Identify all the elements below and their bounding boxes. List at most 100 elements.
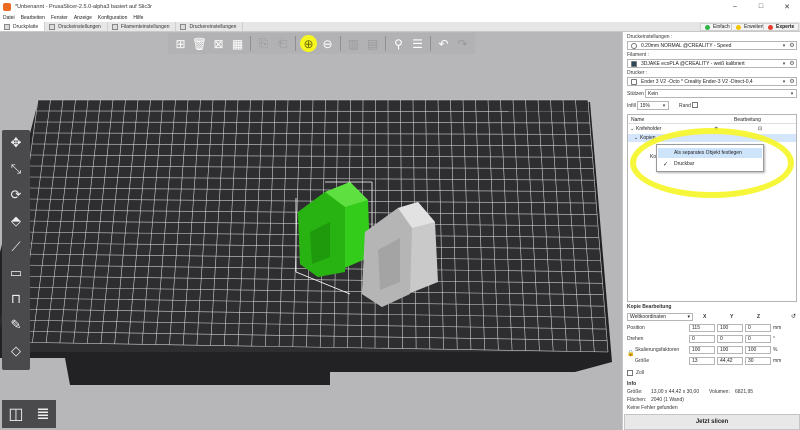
preview-layers-icon[interactable]: ≣ (36, 404, 49, 424)
object-list[interactable]: Name Bearbeitung ⌄ Knifeholder ◉ ⊡ ⌄ Kop… (627, 114, 797, 302)
seam-painting-icon[interactable]: ✎ (5, 314, 27, 336)
sidebar-panel: Druckeinstellungen : 0.20mm NORMAL @CREA… (622, 32, 800, 430)
rotation-y-field[interactable]: 0 (717, 335, 743, 343)
split-objects-icon[interactable]: ▥ (345, 35, 362, 52)
rotate-icon[interactable]: ⟳ (5, 184, 27, 206)
size-x-value: 13 (692, 358, 698, 364)
tab-print-settings[interactable]: Druckeinstellungen (45, 22, 108, 31)
object-list-header: Name Bearbeitung (628, 115, 796, 124)
tab-plater[interactable]: Druckplatte (0, 22, 46, 31)
scale-label: Skalierungsfaktoren (635, 347, 680, 353)
menu-item-label: Als separates Objekt festlegen (674, 150, 742, 156)
rotation-z-field[interactable]: 0 (745, 335, 771, 343)
gear-icon[interactable]: ⚙ (788, 42, 796, 49)
plater-icon (4, 23, 10, 30)
position-x-field[interactable]: 115 (689, 324, 715, 332)
add-instance-icon[interactable]: ⊕ (300, 35, 317, 52)
mode-simple-button[interactable]: Einfach (700, 23, 735, 31)
delete-all-icon[interactable]: ⊠ (210, 35, 227, 52)
close-button[interactable]: ✕ (774, 0, 800, 13)
redo-icon[interactable]: ↷ (454, 35, 471, 52)
copy-icon[interactable]: ⎘ (255, 35, 272, 52)
3d-view-icon[interactable]: ◫ (8, 404, 23, 424)
tab-filament-settings[interactable]: Filamenteinstellungen (108, 22, 177, 31)
menu-help[interactable]: Hilfe (133, 15, 143, 21)
scale-z-field[interactable]: 100 (745, 346, 771, 354)
filament-color-swatch[interactable] (631, 60, 637, 67)
menu-item-printable[interactable]: ✓ Druckbar (658, 159, 762, 169)
size-y-field[interactable]: 44,42 (717, 357, 743, 365)
checkmark-icon: ✓ (663, 161, 669, 168)
col-name[interactable]: Name (631, 117, 644, 123)
printer-profile-select[interactable]: Ender 3 V2 -Octo * Creality Ender-3 V2 -… (627, 77, 797, 86)
info-errors: Keine Fehler gefunden (627, 405, 678, 411)
col-edit[interactable]: Bearbeitung (734, 117, 761, 123)
list-item-label: Kopien (640, 135, 656, 141)
print-profile-value: 0.20mm NORMAL @CREALITY - Speed (641, 42, 732, 49)
list-item[interactable]: ⌄ Kopien (628, 134, 796, 142)
gear-icon[interactable]: ⚙ (788, 60, 796, 67)
rotation-x-field[interactable]: 0 (689, 335, 715, 343)
infill-select[interactable]: 15% ▾ (637, 101, 669, 110)
list-item[interactable]: ⌄ Knifeholder ◉ ⊡ (628, 125, 796, 133)
lock-icon[interactable]: 🔒 (627, 350, 634, 357)
chevron-down-icon: ▾ (782, 78, 786, 85)
coordinate-system-select[interactable]: Weltkoordinaten ▾ (627, 313, 693, 321)
menu-view[interactable]: Anzeige (74, 15, 92, 21)
chevron-down-icon: ▾ (687, 314, 690, 320)
supports-select[interactable]: Kein ▾ (645, 89, 797, 98)
hollow-icon[interactable]: ▭ (5, 262, 27, 284)
measure-cube-icon[interactable]: ◇ (5, 340, 27, 362)
menu-file[interactable]: Datei (3, 15, 15, 21)
edit-icon[interactable]: ⊡ (758, 126, 762, 132)
scale-y-field[interactable]: 100 (717, 346, 743, 354)
reset-icon[interactable]: ↺ (791, 313, 796, 320)
cut-icon[interactable]: ⟋ (5, 236, 27, 258)
toolbar-divider (295, 36, 296, 51)
mode-expert-button[interactable]: Experte (763, 23, 800, 31)
menu-item-set-as-separate-object[interactable]: Als separates Objekt festlegen (658, 148, 762, 158)
menu-configuration[interactable]: Konfiguration (98, 15, 127, 21)
size-x-field[interactable]: 13 (689, 357, 715, 365)
inch-checkbox[interactable] (627, 370, 633, 376)
split-parts-icon[interactable]: ▤ (364, 35, 381, 52)
paste-icon[interactable]: ⎗ (274, 35, 291, 52)
axis-x-label: X (703, 314, 707, 320)
slice-now-button[interactable]: Jetzt slicen (624, 414, 800, 430)
mode-expert-dot-icon (768, 24, 773, 30)
add-icon[interactable]: ⊞ (172, 35, 189, 52)
filament-profile-select[interactable]: 3DJAKE ecoPLA @CREALITY - weiß kalibrier… (627, 59, 797, 68)
move-icon[interactable]: ✥ (5, 132, 27, 154)
menu-edit[interactable]: Bearbeiten (21, 15, 45, 21)
tab-printer-settings[interactable]: Druckereinstellungen (176, 22, 244, 31)
search-icon[interactable]: ⚲ (390, 35, 407, 52)
window-title: *Unbenannt - PrusaSlicer-2.5.0-alpha3 ba… (15, 3, 152, 10)
mode-label: Experte (776, 24, 795, 30)
place-on-face-icon[interactable]: ⬘ (5, 210, 27, 232)
printer-icon (631, 78, 637, 85)
remove-instance-icon[interactable]: ⊖ (319, 35, 336, 52)
scale-x-field[interactable]: 100 (689, 346, 715, 354)
scene-canvas[interactable] (0, 32, 622, 430)
minimize-button[interactable]: – (722, 0, 748, 13)
position-label: Position (627, 325, 645, 331)
list-item-label: Knifeholder (636, 126, 662, 132)
chevron-down-icon: ▾ (790, 90, 794, 97)
print-profile-select[interactable]: 0.20mm NORMAL @CREALITY - Speed ▾ ⚙ (627, 41, 797, 50)
gear-icon[interactable]: ⚙ (788, 78, 796, 85)
prusaslicer-logo-icon (3, 2, 11, 11)
size-z-field[interactable]: 30 (745, 357, 771, 365)
layer-editing-icon[interactable]: ☰ (409, 35, 426, 52)
position-z-field[interactable]: 0 (745, 324, 771, 332)
eye-icon[interactable]: ◉ (714, 126, 718, 132)
sla-support-icon[interactable]: ⊓ (5, 288, 27, 310)
scale-icon[interactable]: ⤡ (5, 158, 27, 180)
position-y-field[interactable]: 100 (717, 324, 743, 332)
maximize-button[interactable]: □ (748, 0, 774, 13)
menu-window[interactable]: Fenster (51, 15, 68, 21)
3d-viewport[interactable]: ⊞ 🗑 ⊠ ▦ ⎘ ⎗ ⊕ ⊖ ▥ ▤ ⚲ ☰ ↶ ↷ ✥ ⤡ ⟳ ⬘ ⟋ ▭ … (0, 32, 622, 430)
delete-icon[interactable]: 🗑 (191, 35, 208, 52)
brim-checkbox[interactable] (692, 102, 698, 108)
arrange-icon[interactable]: ▦ (229, 35, 246, 52)
undo-icon[interactable]: ↶ (435, 35, 452, 52)
